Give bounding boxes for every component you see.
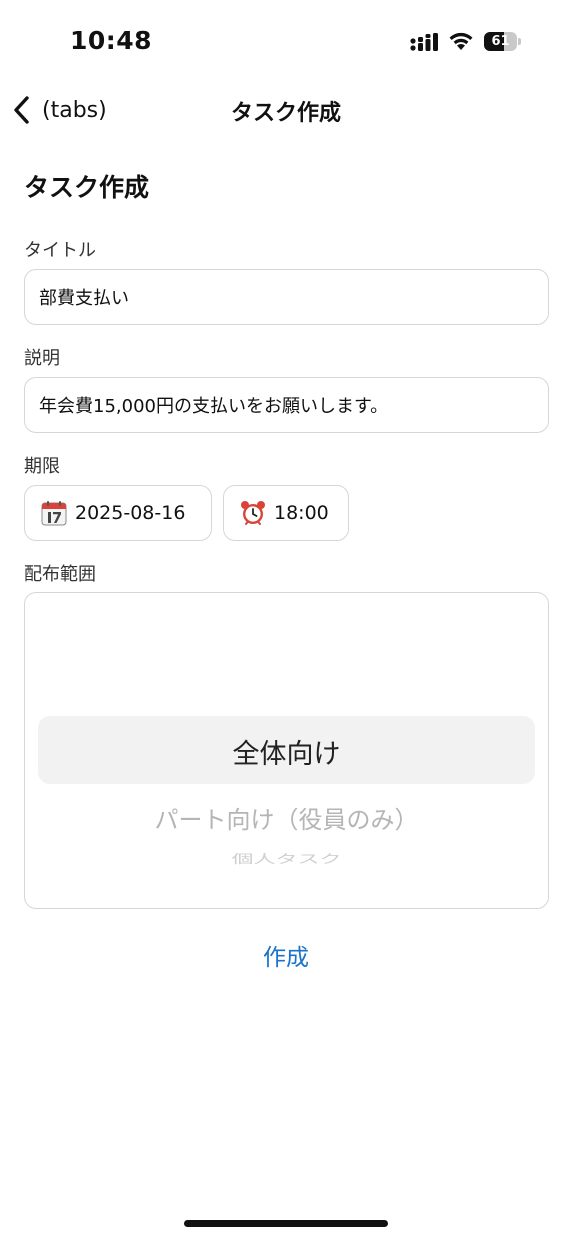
signal-bars-icon bbox=[410, 33, 438, 51]
back-label: (tabs) bbox=[42, 97, 107, 123]
scope-label: 配布範囲 bbox=[24, 564, 96, 585]
chevron-left-icon bbox=[14, 96, 29, 124]
description-label: 説明 bbox=[24, 348, 60, 369]
status-time: 10:48 bbox=[70, 26, 153, 55]
date-value: 2025-08-16 bbox=[75, 502, 186, 524]
battery-tip bbox=[518, 38, 521, 45]
date-picker-button[interactable]: 2025-08-16 bbox=[24, 485, 212, 541]
wifi-icon bbox=[449, 32, 473, 50]
alarm-clock-icon bbox=[241, 501, 265, 525]
calendar-icon bbox=[41, 501, 67, 526]
time-value: 18:00 bbox=[274, 502, 329, 524]
home-indicator bbox=[184, 1220, 388, 1227]
time-picker-button[interactable]: 18:00 bbox=[223, 485, 349, 541]
battery-body: 61 bbox=[484, 32, 517, 51]
deadline-label: 期限 bbox=[24, 456, 60, 477]
scope-picker[interactable]: 全体向け パート向け（役員のみ） 個人タスク bbox=[24, 592, 549, 909]
scope-option-all[interactable]: 全体向け bbox=[25, 732, 548, 771]
battery-level: 61 bbox=[491, 34, 510, 49]
back-button[interactable]: (tabs) bbox=[10, 92, 107, 128]
page-title: タスク作成 bbox=[24, 173, 150, 202]
scope-option-part[interactable]: パート向け（役員のみ） bbox=[25, 800, 548, 835]
title-input[interactable] bbox=[24, 269, 549, 325]
status-bar: 10:48 61 bbox=[0, 0, 572, 80]
create-button[interactable]: 作成 bbox=[0, 938, 572, 972]
description-input[interactable] bbox=[24, 377, 549, 433]
scope-option-individual[interactable]: 個人タスク bbox=[25, 849, 548, 867]
title-label: タイトル bbox=[24, 240, 96, 261]
nav-bar: タスク作成 (tabs) bbox=[0, 80, 572, 140]
battery-indicator: 61 bbox=[484, 32, 521, 51]
